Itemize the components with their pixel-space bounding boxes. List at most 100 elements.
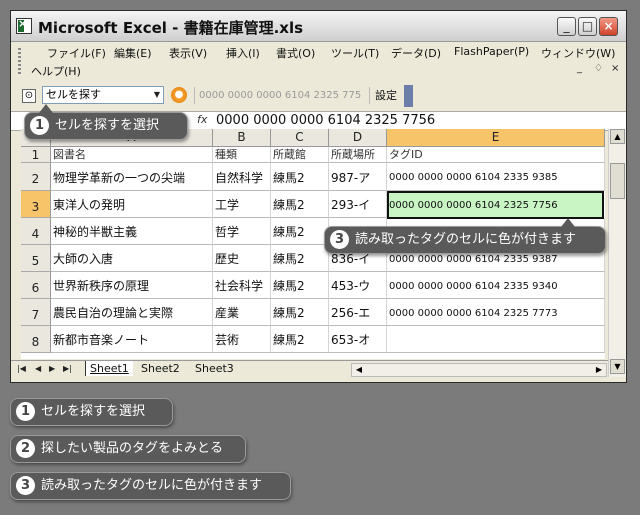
callout-text: 読み取ったタグのセルに色が付きます: [355, 232, 577, 247]
cell[interactable]: 練馬2: [271, 272, 329, 299]
scroll-down-icon[interactable]: ▼: [610, 359, 625, 374]
cell[interactable]: 歴史: [213, 245, 271, 272]
cell[interactable]: 新都市音楽ノート: [51, 326, 213, 353]
close-button[interactable]: ×: [599, 17, 618, 36]
mode-select-value: セルを探す: [46, 88, 101, 101]
scroll-up-icon[interactable]: ▲: [610, 129, 625, 144]
cell[interactable]: 653-オ: [329, 326, 387, 353]
cell[interactable]: 練馬2: [271, 163, 329, 191]
toolbar-options-button[interactable]: [404, 85, 413, 107]
formula-input[interactable]: 0000 0000 0000 6104 2325 7756: [216, 112, 435, 129]
cell[interactable]: 神秘的半獣主義: [51, 218, 213, 245]
menu-format[interactable]: 書式(O): [276, 45, 315, 61]
menu-insert[interactable]: 挿入(I): [226, 45, 260, 61]
vertical-scrollbar[interactable]: ▲ ▼: [608, 129, 626, 377]
menu-grip-handle[interactable]: [18, 48, 21, 76]
cell[interactable]: 0000 0000 0000 6104 2335 9340: [387, 272, 605, 299]
menu-file[interactable]: ファイル(F): [47, 45, 106, 61]
cell[interactable]: 練馬2: [271, 245, 329, 272]
chevron-down-icon[interactable]: ▼: [151, 87, 163, 103]
cell[interactable]: 256-エ: [329, 299, 387, 326]
menu-edit[interactable]: 編集(E): [114, 45, 152, 61]
next-sheet-button[interactable]: ▶: [49, 364, 55, 373]
cell[interactable]: [387, 326, 605, 353]
fx-icon[interactable]: fx: [197, 113, 207, 126]
minimize-button[interactable]: _: [557, 17, 576, 36]
step-number-badge: 1: [30, 116, 49, 135]
step-text: 読み取ったタグのセルに色が付きます: [41, 478, 263, 493]
column-header-d[interactable]: D: [329, 129, 387, 147]
sheet-tab-bar: |◀ ◀ ▶ ▶| Sheet1 Sheet2 Sheet3 ◀ ▶: [11, 360, 608, 379]
header-cell-location[interactable]: 所蔵場所: [329, 147, 387, 163]
settings-button[interactable]: 設定: [369, 87, 397, 104]
column-header-c[interactable]: C: [271, 129, 329, 147]
binoculars-icon[interactable]: ⊙: [22, 89, 36, 103]
cell[interactable]: 哲学: [213, 218, 271, 245]
doc-minimize-button[interactable]: _: [577, 63, 582, 74]
cell[interactable]: 987-ア: [329, 163, 387, 191]
cell[interactable]: 練馬2: [271, 299, 329, 326]
step-3: 3 読み取ったタグのセルに色が付きます: [10, 472, 291, 500]
cell[interactable]: 産業: [213, 299, 271, 326]
callout-text: セルを探すを選択: [55, 118, 160, 133]
excel-app-icon: [16, 17, 32, 34]
cell[interactable]: 社会科学: [213, 272, 271, 299]
header-cell-library[interactable]: 所蔵館: [271, 147, 329, 163]
cell[interactable]: 大師の入唐: [51, 245, 213, 272]
tab-sheet3[interactable]: Sheet3: [191, 361, 238, 376]
cell[interactable]: 物理学革新の一つの尖端: [51, 163, 213, 191]
mode-select[interactable]: セルを探す ▼: [42, 86, 164, 104]
prev-sheet-button[interactable]: ◀: [35, 364, 41, 373]
step-text: セルを探すを選択: [41, 404, 146, 419]
header-cell-type[interactable]: 種類: [213, 147, 271, 163]
cell[interactable]: 293-イ: [329, 191, 387, 218]
cell[interactable]: 0000 0000 0000 6104 2335 9385: [387, 163, 605, 191]
step-number-badge: 3: [330, 230, 349, 249]
cell[interactable]: 練馬2: [271, 218, 329, 245]
cell[interactable]: 練馬2: [271, 191, 329, 218]
cell[interactable]: 工学: [213, 191, 271, 218]
step-number-badge: 3: [16, 476, 35, 495]
cell[interactable]: 東洋人の発明: [51, 191, 213, 218]
cell[interactable]: 453-ウ: [329, 272, 387, 299]
last-sheet-button[interactable]: ▶|: [63, 364, 72, 373]
scroll-right-icon[interactable]: ▶: [592, 364, 606, 376]
tab-sheet2[interactable]: Sheet2: [137, 361, 184, 376]
column-header-e[interactable]: E: [387, 129, 605, 147]
header-cell-tag-id[interactable]: タグID: [387, 147, 605, 163]
cell[interactable]: 自然科学: [213, 163, 271, 191]
step-2: 2 探したい製品のタグをよみとる: [10, 435, 246, 463]
reader-icon[interactable]: ●: [171, 87, 187, 103]
tag-toolbar: ⊙ セルを探す ▼ ● 0000 0000 0000 6104 2325 775…: [11, 83, 626, 109]
cell[interactable]: 0000 0000 0000 6104 2325 7773: [387, 299, 605, 326]
maximize-button[interactable]: □: [578, 17, 597, 36]
table-row: 新都市音楽ノート 芸術 練馬2 653-オ: [21, 326, 605, 353]
doc-restore-button[interactable]: ♢: [594, 63, 603, 74]
menu-flashpaper[interactable]: FlashPaper(P): [454, 45, 529, 58]
step-text: 探したい製品のタグをよみとる: [41, 441, 224, 456]
scroll-left-icon[interactable]: ◀: [352, 364, 366, 376]
cell[interactable]: 芸術: [213, 326, 271, 353]
callout-step-1: 1 セルを探すを選択: [24, 104, 188, 140]
first-sheet-button[interactable]: |◀: [17, 364, 26, 373]
column-header-b[interactable]: B: [213, 129, 271, 147]
tab-sheet1[interactable]: Sheet1: [85, 361, 133, 376]
cell[interactable]: 練馬2: [271, 326, 329, 353]
header-cell-title[interactable]: 図書名: [51, 147, 213, 163]
cell[interactable]: 世界新秩序の原理: [51, 272, 213, 299]
scroll-thumb[interactable]: [610, 163, 625, 199]
cell[interactable]: 農民自治の理論と実際: [51, 299, 213, 326]
menu-window[interactable]: ウィンドウ(W): [541, 45, 615, 61]
horizontal-scrollbar[interactable]: ◀ ▶: [351, 363, 607, 377]
menu-help[interactable]: ヘルプ(H): [31, 63, 81, 79]
row-header[interactable]: 1: [21, 147, 51, 163]
title-bar[interactable]: Microsoft Excel - 書籍在庫管理.xls _ □ ×: [11, 11, 626, 42]
menu-view[interactable]: 表示(V): [169, 45, 207, 61]
table-row: 世界新秩序の原理 社会科学 練馬2 453-ウ 0000 0000 0000 6…: [21, 272, 605, 299]
active-cell[interactable]: 0000 0000 0000 6104 2325 7756: [387, 191, 605, 218]
step-1: 1 セルを探すを選択: [10, 398, 173, 426]
doc-close-button[interactable]: ×: [611, 63, 619, 74]
menu-tools[interactable]: ツール(T): [331, 45, 379, 61]
tag-id-field[interactable]: 0000 0000 0000 6104 2325 7756: [194, 87, 362, 104]
menu-data[interactable]: データ(D): [391, 45, 441, 61]
